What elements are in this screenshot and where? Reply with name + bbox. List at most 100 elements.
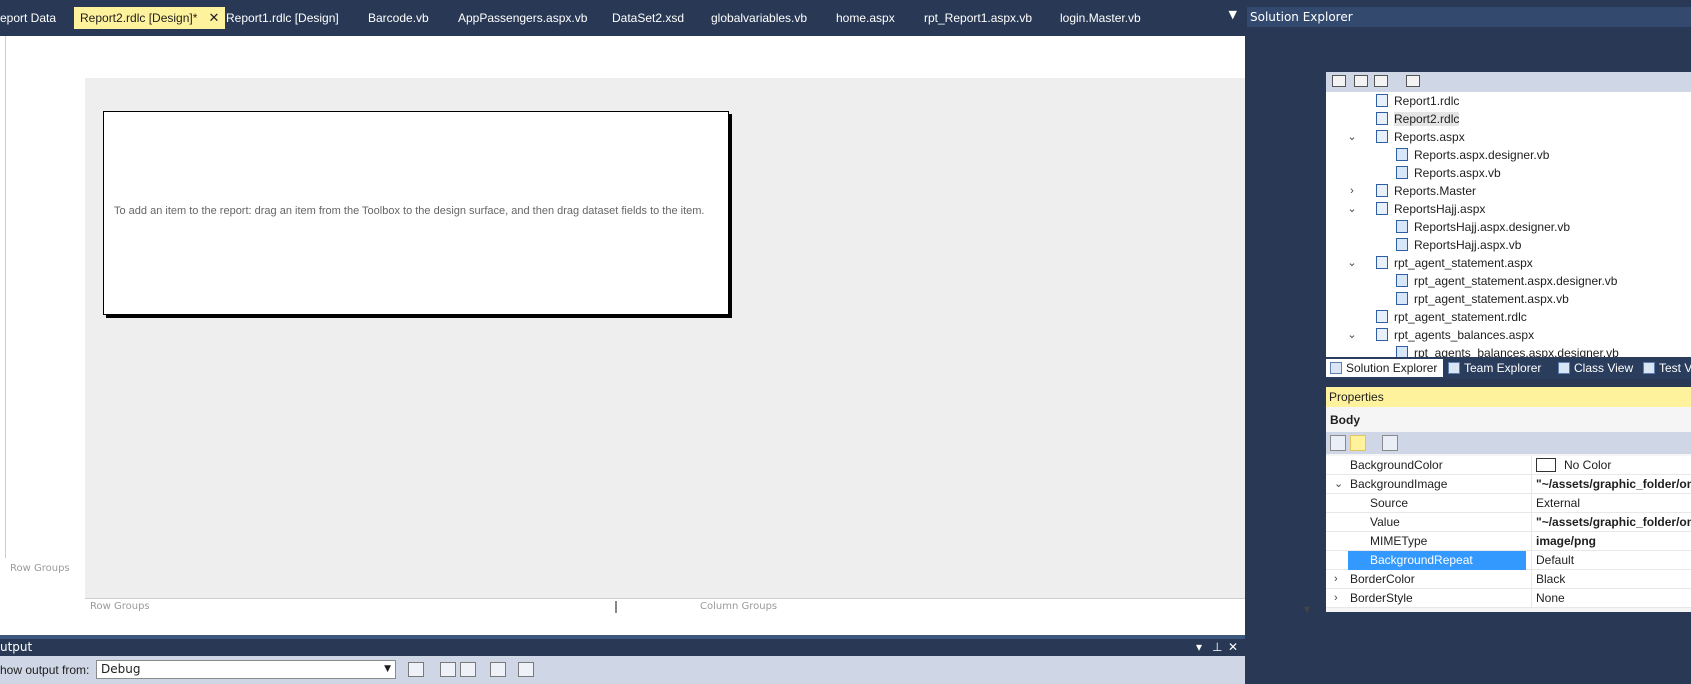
tree-item[interactable]: rpt_agent_statement.aspx.designer.vb xyxy=(1396,272,1617,290)
tab-test-view[interactable]: Test V xyxy=(1639,359,1691,377)
property-row[interactable]: BackgroundRepeat Default xyxy=(1326,551,1691,570)
property-value[interactable]: image/png xyxy=(1531,532,1691,551)
properties-object-name[interactable]: Body xyxy=(1326,409,1691,431)
tab-rpt-report1[interactable]: rpt_Report1.aspx.vb xyxy=(918,7,1038,29)
property-row[interactable]: Source External xyxy=(1326,494,1691,513)
clear-all-icon[interactable] xyxy=(490,662,506,677)
report-body[interactable]: To add an item to the report: drag an it… xyxy=(103,111,729,315)
tab-overflow-dropdown-icon[interactable]: ▼ xyxy=(1229,8,1237,21)
chevron-down-icon[interactable]: ⌄ xyxy=(1346,128,1358,146)
file-icon xyxy=(1376,202,1388,215)
property-name: BorderStyle xyxy=(1350,591,1413,605)
chevron-down-icon[interactable]: ⌄ xyxy=(1346,254,1358,272)
chevron-right-icon[interactable]: › xyxy=(1334,570,1338,589)
tab-dataset2[interactable]: DataSet2.xsd xyxy=(606,7,690,29)
tab-label: home.aspx xyxy=(836,11,895,25)
property-value-text: No Color xyxy=(1564,458,1612,472)
categorized-icon[interactable] xyxy=(1330,435,1346,451)
tab-label: Report1.rdlc [Design] xyxy=(226,11,339,25)
word-wrap-icon[interactable] xyxy=(518,662,534,677)
tree-item-label: rpt_agents_balances.aspx xyxy=(1394,328,1535,342)
class-view-icon xyxy=(1558,362,1570,374)
tab-label: eport Data xyxy=(0,11,57,25)
output-dropdown-icon[interactable]: ▾ xyxy=(1196,640,1202,654)
property-value[interactable]: "~/assets/graphic_folder/one xyxy=(1531,513,1691,532)
tab-report-data[interactable]: eport Data xyxy=(0,7,62,29)
tab-home-aspx[interactable]: home.aspx xyxy=(830,7,901,29)
tab-globalvariables[interactable]: globalvariables.vb xyxy=(705,7,813,29)
tab-apppassengers[interactable]: AppPassengers.aspx.vb xyxy=(452,7,593,29)
solution-explorer-icon xyxy=(1330,362,1342,374)
property-value[interactable]: Default xyxy=(1531,551,1691,570)
property-name: Source xyxy=(1370,496,1409,510)
tree-item[interactable]: ⌄ rpt_agents_balances.aspx xyxy=(1347,326,1535,344)
property-value[interactable]: External xyxy=(1531,494,1691,513)
properties-panel: Properties Body BackgroundColor No Color ⌄… xyxy=(1326,387,1691,612)
refresh-icon[interactable] xyxy=(1374,75,1388,87)
show-output-label: how output from: xyxy=(0,663,90,677)
property-row[interactable]: BackgroundColor No Color xyxy=(1326,456,1691,475)
tab-label: globalvariables.vb xyxy=(711,11,808,25)
file-icon xyxy=(1396,346,1408,357)
tree-item-label: rpt_agent_statement.aspx.vb xyxy=(1414,292,1569,306)
tree-item-label: Report1.rdlc xyxy=(1394,94,1460,108)
alphabetical-sort-icon[interactable] xyxy=(1350,435,1366,451)
tab-team-explorer[interactable]: Team Explorer xyxy=(1444,359,1541,377)
property-name: Value xyxy=(1370,515,1400,529)
tree-item[interactable]: rpt_agent_statement.rdlc xyxy=(1376,308,1527,326)
tree-item[interactable]: ReportsHajj.aspx.designer.vb xyxy=(1396,218,1570,236)
property-value[interactable]: None xyxy=(1531,589,1691,608)
property-value[interactable]: "~/assets/graphic_folder/one xyxy=(1531,475,1691,494)
chevron-down-icon[interactable]: ⌄ xyxy=(1346,200,1358,218)
property-row[interactable]: MIMEType image/png xyxy=(1326,532,1691,551)
pin-icon[interactable]: ⊥ xyxy=(1212,640,1222,654)
property-pages-icon[interactable] xyxy=(1382,435,1398,451)
tree-item-label: Reports.aspx.designer.vb xyxy=(1414,148,1550,162)
tree-item[interactable]: rpt_agents_balances.aspx.designer.vb xyxy=(1396,344,1619,357)
properties-icon[interactable] xyxy=(1332,75,1346,87)
property-row[interactable]: Value "~/assets/graphic_folder/one xyxy=(1326,513,1691,532)
chevron-down-icon[interactable]: ⌄ xyxy=(1334,475,1343,494)
tab-label: AppPassengers.aspx.vb xyxy=(458,11,588,25)
tab-report2-design[interactable]: Report2.rdlc [Design]* ✕ xyxy=(74,7,226,29)
tab-login-master[interactable]: login.Master.vb xyxy=(1054,7,1147,29)
close-icon[interactable]: ✕ xyxy=(208,7,219,29)
property-value[interactable]: Black xyxy=(1531,570,1691,589)
tree-item[interactable]: Reports.aspx.designer.vb xyxy=(1396,146,1549,164)
property-row[interactable]: › BorderColor Black xyxy=(1326,570,1691,589)
chevron-down-icon[interactable]: ⌄ xyxy=(1346,326,1358,344)
tab-class-view[interactable]: Class View xyxy=(1554,359,1633,377)
tab-solution-explorer[interactable]: Solution Explorer xyxy=(1326,359,1444,377)
property-row[interactable]: › BorderStyle None xyxy=(1326,589,1691,608)
view-designer-icon[interactable] xyxy=(1406,75,1420,87)
solution-explorer-title: Solution Explorer xyxy=(1247,7,1691,27)
row-groups-left-label: Row Groups xyxy=(10,563,70,574)
chevron-right-icon[interactable]: › xyxy=(1346,182,1358,200)
groups-splitter[interactable] xyxy=(615,601,617,613)
tree-item[interactable]: Reports.aspx.vb xyxy=(1396,164,1501,182)
output-source-select[interactable]: Debug ▼ xyxy=(96,660,396,679)
property-row[interactable]: ⌄ BackgroundImage "~/assets/graphic_folder… xyxy=(1326,475,1691,494)
chevron-right-icon[interactable]: › xyxy=(1334,589,1338,608)
tree-item[interactable]: Report1.rdlc xyxy=(1376,92,1459,110)
next-message-icon[interactable] xyxy=(460,662,476,677)
close-icon[interactable]: ✕ xyxy=(1228,640,1238,654)
tree-item[interactable]: Report2.rdlc xyxy=(1376,110,1460,128)
tree-item[interactable]: ⌄ ReportsHajj.aspx xyxy=(1347,200,1485,218)
property-value[interactable]: No Color xyxy=(1531,456,1691,475)
tree-item[interactable]: › Reports.Master xyxy=(1350,182,1476,200)
tab-barcode-vb[interactable]: Barcode.vb xyxy=(362,7,435,29)
chevron-down-icon[interactable]: ▼ xyxy=(1304,605,1310,614)
show-all-files-icon[interactable] xyxy=(1354,75,1368,87)
tree-item[interactable]: ReportsHajj.aspx.vb xyxy=(1396,236,1521,254)
tab-label: rpt_Report1.aspx.vb xyxy=(924,11,1033,25)
tree-item[interactable]: ⌄ Reports.aspx xyxy=(1347,128,1465,146)
previous-message-icon[interactable] xyxy=(440,662,456,677)
solution-explorer-tree[interactable]: Report1.rdlc Report2.rdlc ⌄ Reports.aspx Rep… xyxy=(1326,92,1691,357)
goto-line-icon[interactable] xyxy=(408,662,424,677)
property-value-text: None xyxy=(1536,591,1565,605)
property-value-text: External xyxy=(1536,496,1581,510)
tree-item[interactable]: ⌄ rpt_agent_statement.aspx xyxy=(1347,254,1533,272)
tree-item[interactable]: rpt_agent_statement.aspx.vb xyxy=(1396,290,1569,308)
tab-report1-design[interactable]: Report1.rdlc [Design] xyxy=(220,7,345,29)
